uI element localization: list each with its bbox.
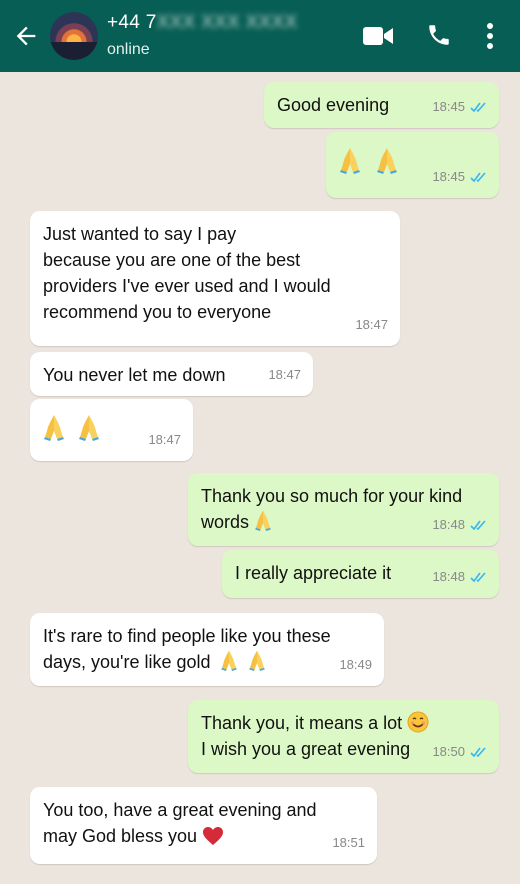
folded-hands-emoji-icon [79,415,100,441]
message-text-line: days, you're like gold [43,649,370,675]
message-meta: 18:45 [432,164,487,190]
chat-header: +44 7XXX XXX XXXX online [0,0,520,72]
message-time: 18:48 [432,517,465,532]
message-time: 18:49 [339,657,372,672]
message-meta: 18:48 [432,564,487,590]
message-text-line: Thank you so much for your kind [201,486,463,506]
folded-hands-emoji-icon [44,415,64,441]
folded-hands-emoji-icon [220,650,237,671]
contact-name[interactable]: +44 7XXX XXX XXXX [107,12,297,34]
message-text-line: Thank you, it means a lot [201,710,485,736]
read-receipt-icon [470,102,486,112]
message-text-line: Just wanted to say I pay [43,224,237,244]
message-time: 18:45 [432,99,465,114]
message-time: 18:48 [432,569,465,584]
message-meta: 18:45 [432,94,487,120]
message-text-line: providers I've ever used and I would [43,276,331,296]
message-time: 18:45 [432,169,465,184]
message-bubble-incoming[interactable]: It's rare to find people like you these … [30,613,384,686]
message-text-line: may God bless you [43,823,363,849]
message-bubble-incoming[interactable]: You never let me down 18:47 [30,352,313,396]
message-text: Good evening [277,95,390,115]
folded-hands-emoji-icon [377,148,398,174]
message-bubble-incoming[interactable]: You too, have a great evening and may Go… [30,787,377,864]
message-meta: 18:48 [432,512,487,538]
message-time: 18:47 [268,367,301,382]
smiling-face-emoji-icon [407,711,429,733]
read-receipt-icon [470,572,486,582]
message-bubble-outgoing[interactable]: Thank you so much for your kind words 18… [188,473,499,546]
message-text: I really appreciate it [235,563,392,583]
phone-icon[interactable] [426,22,452,48]
folded-hands-emoji-icon [255,510,271,531]
message-text-line: because you are one of the best [43,250,301,270]
video-call-icon[interactable] [362,24,394,48]
message-bubble-outgoing[interactable]: Thank you, it means a lot I wish you a g… [188,700,499,773]
message-time: 18:50 [432,744,465,759]
message-text-line: You too, have a great evening and [43,800,317,820]
contact-status: online [107,41,150,58]
message-time: 18:47 [355,317,388,332]
message-meta: 18:50 [432,739,487,765]
message-bubble-outgoing[interactable]: 18:45 [326,132,499,198]
message-text-line: recommend you to everyone [43,302,272,322]
read-receipt-icon [470,172,486,182]
folded-hands-emoji-icon [248,650,265,671]
contact-avatar[interactable] [50,12,98,60]
message-time: 18:47 [148,432,181,447]
red-heart-emoji-icon [203,827,224,845]
message-bubble-outgoing[interactable]: I really appreciate it 18:48 [222,550,499,598]
blurred-number: XXX XXX XXXX [156,12,298,33]
back-arrow-icon[interactable] [12,22,40,50]
read-receipt-icon [470,520,486,530]
folded-hands-emoji-icon [340,148,360,174]
message-list[interactable]: Good evening 18:45 18:45 Just wanted to … [0,72,520,884]
message-bubble-incoming[interactable]: Just wanted to say I pay because you are… [30,211,400,346]
more-vert-icon[interactable] [484,22,496,50]
message-text: You never let me down [43,365,226,385]
message-time: 18:51 [332,835,365,850]
message-bubble-outgoing[interactable]: Good evening 18:45 [264,82,499,128]
message-text-line: It's rare to find people like you these [43,626,331,646]
message-bubble-incoming[interactable]: 18:47 [30,399,193,461]
read-receipt-icon [470,747,486,757]
